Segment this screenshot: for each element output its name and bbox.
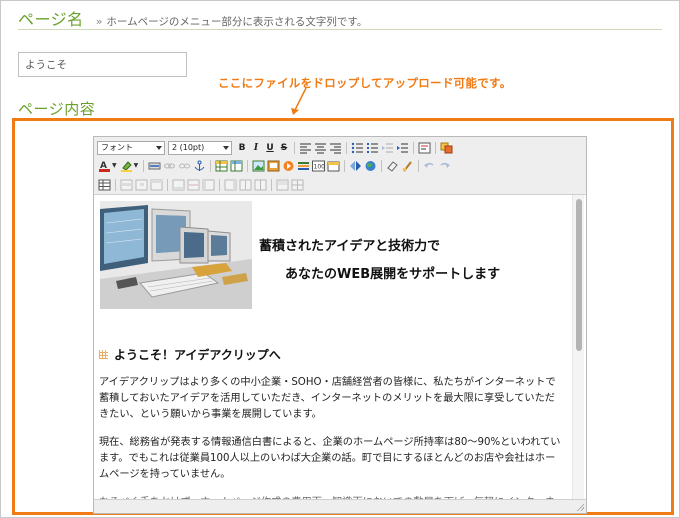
font-family-value: フォント [101, 142, 133, 152]
toolbar-separator [219, 178, 220, 191]
bullet-list-icon[interactable] [351, 142, 364, 154]
clean-up-icon[interactable] [401, 160, 414, 172]
page-name-title: ページ名 [18, 10, 84, 29]
toolbar-separator [115, 178, 116, 191]
insert-col-after-icon[interactable] [224, 179, 237, 191]
table-grid-icon[interactable] [291, 179, 304, 191]
toolbar-row-2: A ▼ ▼ 100 [97, 157, 452, 174]
link-icon[interactable] [163, 160, 176, 172]
toolbar-separator [344, 159, 346, 172]
table-icon[interactable] [215, 160, 228, 172]
row-properties-icon[interactable] [120, 179, 133, 191]
toolbar-row-1: フォント 2 (10pt) B I U S [97, 139, 454, 156]
special-char-icon[interactable]: 100 [312, 160, 326, 172]
template-icon[interactable] [297, 160, 310, 172]
hero-headline-2: あなたのWEB展開をサポートします [285, 267, 501, 282]
redo-icon[interactable] [438, 160, 451, 172]
font-size-value: 2 (10pt) [172, 142, 205, 152]
delete-col-icon[interactable] [239, 179, 252, 191]
editor-content-area[interactable]: 蓄積されたアイデアと技術力で あなたのWEB展開をサポートします ようこそ！アイ… [99, 199, 565, 505]
highlight-color-icon[interactable] [120, 160, 133, 172]
grid-bullet-icon [99, 350, 108, 359]
paragraph-1: アイデアクリップはより多くの中小企業・SOHO・店舗経営者の皆様に、私たちがイン… [99, 377, 556, 420]
toolbar-separator [294, 141, 295, 154]
toolbar-separator [247, 159, 249, 172]
scrollbar-thumb[interactable] [576, 199, 582, 351]
insert-table-icon[interactable] [98, 179, 111, 191]
text-color-icon[interactable]: A [98, 160, 111, 172]
editor-toolbar: フォント 2 (10pt) B I U S A ▼ ▼ 100 [94, 137, 586, 195]
rich-text-editor[interactable]: フォント 2 (10pt) B I U S A ▼ ▼ 100 蓄積されたアイデ… [93, 136, 587, 514]
align-center-icon[interactable] [314, 142, 327, 154]
drop-upload-hint: ここにファイルをドロップしてアップロード可能です。 [218, 76, 512, 90]
horizontal-rule-icon[interactable] [148, 160, 161, 172]
toolbar-separator [413, 141, 414, 154]
unlink-icon[interactable] [178, 160, 191, 172]
insert-row-before-icon[interactable] [150, 179, 163, 191]
merge-cells-icon[interactable] [276, 179, 289, 191]
calendar-icon[interactable] [327, 160, 340, 172]
insert-col-icon[interactable] [202, 179, 215, 191]
toolbar-separator [167, 178, 168, 191]
toolbar-separator [381, 159, 383, 172]
page-name-input[interactable] [18, 52, 187, 77]
source-code-icon[interactable] [349, 160, 362, 172]
undo-icon[interactable] [423, 160, 436, 172]
copy-format-icon[interactable] [440, 142, 453, 154]
separator-icon: » [95, 15, 103, 28]
paragraph-2: 現在、総務省が発表する情報通信白書によると、企業のホームページ所持率は80〜90… [99, 437, 561, 480]
insert-row-after-icon[interactable] [172, 179, 185, 191]
preview-icon[interactable] [364, 160, 377, 172]
page-name-header: ページ名 » ホームページのメニュー部分に表示される文字列です。 [18, 6, 662, 30]
arrow-down-icon [291, 87, 307, 115]
underline-button[interactable]: U [264, 142, 276, 154]
media-icon[interactable] [267, 160, 280, 172]
table-properties-icon[interactable] [230, 160, 243, 172]
chevron-down-icon[interactable]: ▼ [112, 162, 117, 169]
align-left-icon[interactable] [299, 142, 312, 154]
chevron-down-icon[interactable]: ▼ [134, 162, 139, 169]
computer-monitors-image [100, 201, 252, 309]
strikethrough-button[interactable]: S [278, 142, 290, 154]
align-right-icon[interactable] [329, 142, 342, 154]
bold-button[interactable]: B [236, 142, 248, 154]
anchor-icon[interactable] [193, 160, 206, 172]
toolbar-separator [418, 159, 420, 172]
welcome-heading-row: ようこそ！アイデアクリップへ [99, 346, 281, 363]
image-icon[interactable] [252, 160, 265, 172]
outdent-icon[interactable] [381, 142, 394, 154]
page-name-description: ホームページのメニュー部分に表示される文字列です。 [106, 16, 368, 28]
font-size-select[interactable]: 2 (10pt) [168, 140, 232, 155]
toolbar-row-3 [97, 176, 305, 193]
line-break-icon[interactable] [418, 142, 431, 154]
editor-statusbar [94, 499, 586, 513]
computer-monitors-picture [100, 201, 252, 309]
italic-button[interactable]: I [250, 142, 262, 154]
welcome-heading: ようこそ！アイデアクリップへ [114, 348, 281, 362]
toolbar-separator [271, 178, 272, 191]
svg-text:100: 100 [314, 163, 326, 170]
editor-scrollbar[interactable] [572, 195, 584, 499]
font-family-select[interactable]: フォント [97, 140, 165, 155]
split-cells-icon[interactable] [254, 179, 267, 191]
indent-icon[interactable] [396, 142, 409, 154]
toolbar-separator [143, 159, 145, 172]
toolbar-separator [435, 141, 436, 154]
delete-row-icon[interactable] [187, 179, 200, 191]
hero-banner: 蓄積されたアイデアと技術力で あなたのWEB展開をサポートします [99, 199, 565, 309]
toolbar-separator [210, 159, 212, 172]
toolbar-separator [346, 141, 347, 154]
eraser-icon[interactable] [386, 160, 399, 172]
resize-grip-icon[interactable] [576, 503, 584, 511]
flash-icon[interactable] [282, 160, 295, 172]
cell-properties-icon[interactable] [135, 179, 148, 191]
numbered-list-icon[interactable] [366, 142, 379, 154]
hero-headline-1: 蓄積されたアイデアと技術力で [259, 239, 441, 254]
page-content-title: ページ内容 [18, 100, 96, 118]
